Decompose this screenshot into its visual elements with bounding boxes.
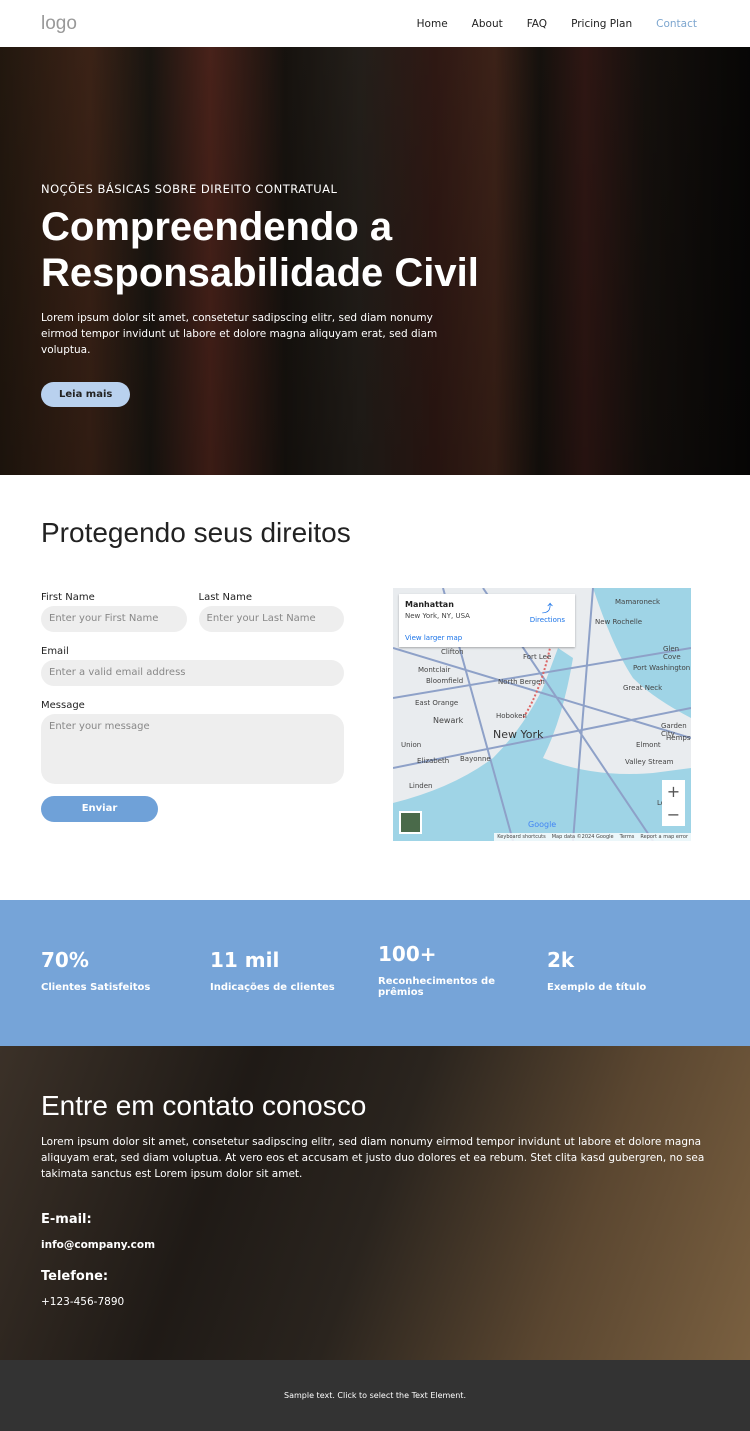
stat-label: Exemplo de título bbox=[547, 982, 647, 993]
map-label: Great Neck bbox=[623, 684, 663, 692]
read-more-button[interactable]: Leia mais bbox=[41, 382, 131, 407]
section-title: Protegendo seus direitos bbox=[41, 517, 351, 548]
map-label: Port Washington bbox=[633, 664, 691, 672]
contact-title: Entre em contato conosco bbox=[41, 1090, 367, 1121]
email-heading: E-mail: bbox=[41, 1212, 92, 1227]
hero-title: Compreendendo a Responsabilidade Civil bbox=[41, 204, 479, 296]
map-label: Mamaroneck bbox=[615, 598, 661, 606]
stat-value: 100+ bbox=[378, 942, 437, 966]
google-logo: Google bbox=[528, 820, 557, 829]
nav-contact[interactable]: Contact bbox=[656, 18, 697, 30]
contact-section: Entre em contato conosco Lorem ipsum dol… bbox=[0, 1046, 750, 1360]
stat-value: 2k bbox=[547, 948, 575, 972]
phone-value[interactable]: +123-456-7890 bbox=[41, 1296, 709, 1308]
footer: Sample text. Click to select the Text El… bbox=[0, 1360, 750, 1431]
stat-label: Reconhecimentos de prêmios bbox=[378, 976, 496, 998]
view-larger-map-link[interactable]: View larger map bbox=[405, 634, 569, 642]
map-city-label: New York bbox=[493, 728, 544, 741]
map-label: North Bergen bbox=[498, 678, 545, 686]
email-input[interactable]: Enter a valid email address bbox=[41, 660, 344, 686]
zoom-out-button[interactable]: − bbox=[662, 803, 685, 826]
map-label: Bloomfield bbox=[426, 677, 464, 685]
last-name-label: Last Name bbox=[198, 592, 253, 603]
map-label: Clifton bbox=[441, 648, 464, 656]
map-place-card: Manhattan New York, NY, USA View larger … bbox=[399, 594, 575, 647]
stat-item: 70% Clientes Satisfeitos bbox=[41, 948, 181, 993]
stat-value: 11 mil bbox=[210, 948, 280, 972]
first-name-input[interactable]: Enter your First Name bbox=[41, 606, 187, 632]
stat-item: 11 mil Indicações de clientes bbox=[210, 948, 350, 993]
first-name-label: First Name bbox=[41, 592, 95, 603]
map-label: Glen Cove bbox=[663, 645, 681, 661]
email-value[interactable]: info@company.com bbox=[41, 1239, 709, 1251]
map-embed[interactable]: New York Mamaroneck New Rochelle Clifton… bbox=[393, 588, 691, 841]
map-label: Newark bbox=[433, 716, 464, 725]
zoom-controls: + − bbox=[662, 780, 685, 826]
directions-button[interactable]: ⤴ Directions bbox=[530, 600, 565, 624]
map-label: East Orange bbox=[415, 699, 459, 707]
stats-section: 70% Clientes Satisfeitos 11 mil Indicações… bbox=[0, 900, 750, 1046]
nav-faq[interactable]: FAQ bbox=[527, 18, 547, 30]
map-data-text: Map data ©2024 Google bbox=[551, 834, 614, 840]
hero-title-line2: Responsabilidade Civil bbox=[41, 251, 479, 295]
nav-menu: Home About FAQ Pricing Plan Contact bbox=[417, 18, 697, 30]
map-label: Valley Stream bbox=[625, 758, 674, 766]
map-label: Hoboken bbox=[496, 712, 527, 720]
satellite-toggle[interactable] bbox=[399, 811, 422, 834]
phone-heading: Telefone: bbox=[41, 1269, 109, 1284]
hero-section: NOÇÕES BÁSICAS SOBRE DIREITO CONTRATUAL … bbox=[0, 47, 750, 475]
nav-about[interactable]: About bbox=[472, 18, 503, 30]
map-label: Bayonne bbox=[460, 755, 491, 763]
stat-item: 100+ Reconhecimentos de prêmios bbox=[378, 942, 508, 998]
map-label: Fort Lee bbox=[523, 653, 552, 661]
contact-text: Lorem ipsum dolor sit amet, consetetur s… bbox=[41, 1136, 705, 1180]
contact-form: First Name Enter your First Name Last Nam… bbox=[41, 592, 344, 822]
hero-kicker: NOÇÕES BÁSICAS SOBRE DIREITO CONTRATUAL bbox=[41, 182, 338, 196]
hero-title-line1: Compreendendo a bbox=[41, 205, 393, 249]
email-label: Email bbox=[41, 646, 69, 657]
map-label: Elizabeth bbox=[417, 757, 450, 765]
logo[interactable]: logo bbox=[41, 13, 77, 35]
map-label: Hempstead bbox=[666, 734, 691, 742]
keyboard-shortcuts-link[interactable]: Keyboard shortcuts bbox=[497, 834, 545, 840]
stat-value: 70% bbox=[41, 948, 89, 972]
stat-label: Clientes Satisfeitos bbox=[41, 982, 151, 993]
map-label: Montclair bbox=[418, 666, 451, 674]
directions-icon: ⤴ bbox=[541, 602, 553, 615]
message-textarea[interactable]: Enter your message bbox=[41, 714, 344, 784]
zoom-in-button[interactable]: + bbox=[662, 780, 685, 803]
header: logo Home About FAQ Pricing Plan Contact bbox=[0, 0, 750, 47]
nav-home[interactable]: Home bbox=[417, 18, 448, 30]
nav-pricing[interactable]: Pricing Plan bbox=[571, 18, 632, 30]
report-error-link[interactable]: Report a map error bbox=[640, 834, 688, 840]
map-label: Elmont bbox=[636, 741, 661, 749]
stat-item: 2k Exemplo de título bbox=[547, 948, 687, 993]
hero-text: Lorem ipsum dolor sit amet, consetetur s… bbox=[41, 312, 438, 356]
map-footer: Keyboard shortcuts Map data ©2024 Google… bbox=[494, 833, 691, 841]
terms-link[interactable]: Terms bbox=[620, 834, 635, 840]
footer-text: Sample text. Click to select the Text El… bbox=[284, 1391, 466, 1400]
stat-label: Indicações de clientes bbox=[210, 982, 335, 993]
map-label: Union bbox=[401, 741, 422, 749]
message-label: Message bbox=[41, 700, 85, 711]
directions-label: Directions bbox=[529, 616, 565, 624]
submit-button[interactable]: Enviar bbox=[41, 796, 158, 822]
last-name-input[interactable]: Enter your Last Name bbox=[198, 606, 344, 632]
map-label: Linden bbox=[409, 782, 433, 790]
map-label: New Rochelle bbox=[595, 618, 643, 626]
